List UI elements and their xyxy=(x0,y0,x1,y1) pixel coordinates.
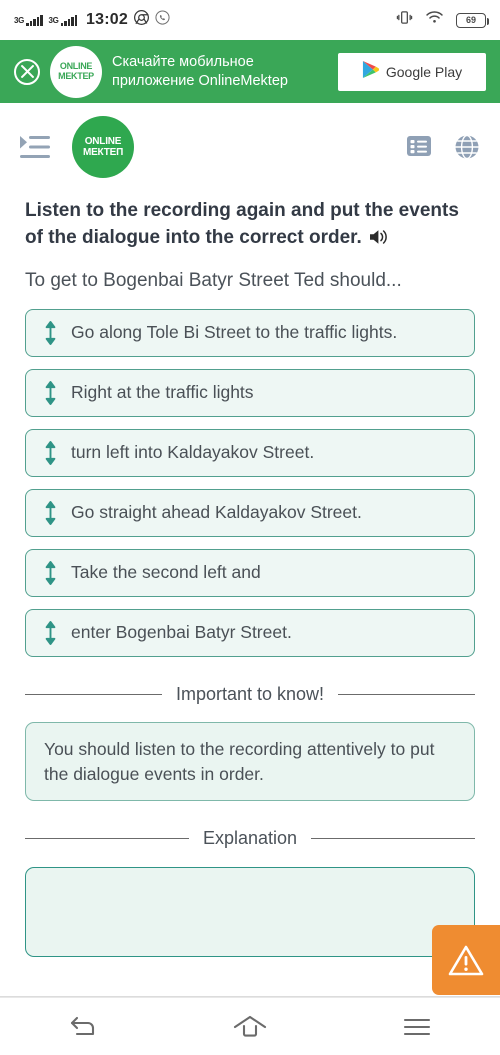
close-icon[interactable] xyxy=(14,58,40,85)
list-item-label: Go straight ahead Kaldayakov Street. xyxy=(71,501,362,522)
google-play-button[interactable]: Google Play xyxy=(338,52,486,91)
page-title: Listen to the recording again and put th… xyxy=(25,198,475,255)
order-items-list: Go along Tole Bi Street to the traffic l… xyxy=(25,308,475,657)
signal-icon-sim2: 3G xyxy=(48,14,77,26)
phone-screen: 3G 3G 13:02 69 ONLINE MEKTEP Скачайте мо… xyxy=(0,0,500,1055)
menu-indent-icon[interactable] xyxy=(20,135,50,159)
warning-triangle-icon[interactable] xyxy=(432,925,500,995)
explanation-card xyxy=(25,867,475,958)
important-section-divider: Important to know! xyxy=(25,683,476,706)
app-logo-line2: МЕКТЕП xyxy=(82,146,124,158)
list-item-label: Right at the traffic lights xyxy=(71,381,254,402)
list-item-label: Take the second left and xyxy=(71,561,261,582)
list-item[interactable]: turn left into Kaldayakov Street. xyxy=(25,428,475,477)
status-bar: 3G 3G 13:02 69 xyxy=(0,0,500,40)
speaker-audio-icon[interactable] xyxy=(369,228,389,255)
network-type-label-1: 3G xyxy=(14,15,25,25)
app-header: ONLINE МЕКТЕП xyxy=(0,103,500,190)
battery-indicator: 69 xyxy=(456,12,489,28)
drag-vertical-icon[interactable] xyxy=(44,440,57,465)
drag-vertical-icon[interactable] xyxy=(44,320,57,345)
status-bar-clock: 13:02 xyxy=(86,11,128,28)
app-brand-logo[interactable]: ONLINE МЕКТЕП xyxy=(72,115,134,178)
status-bar-left: 3G 3G 13:02 xyxy=(14,10,170,30)
menu-lines-icon[interactable] xyxy=(333,1016,500,1038)
app-promo-banner: ONLINE MEKTEP Скачайте мобильное приложе… xyxy=(0,40,500,103)
list-item-label: turn left into Kaldayakov Street. xyxy=(71,441,315,462)
drag-vertical-icon[interactable] xyxy=(44,620,57,645)
promo-brand-logo: ONLINE MEKTEP xyxy=(50,45,102,98)
question-title-text: Listen to the recording again and put th… xyxy=(25,200,459,248)
drag-vertical-icon[interactable] xyxy=(44,560,57,585)
list-item-label: Go along Tole Bi Street to the traffic l… xyxy=(71,321,398,342)
important-info-text: You should listen to the recording atten… xyxy=(44,738,435,784)
list-view-icon[interactable] xyxy=(406,134,432,160)
divider-line-left xyxy=(25,693,162,695)
promo-logo-line2: MEKTEP xyxy=(58,70,94,81)
list-item-label: enter Bogenbai Batyr Street. xyxy=(71,621,292,642)
signal-icon-sim1: 3G xyxy=(14,14,43,26)
list-item[interactable]: enter Bogenbai Batyr Street. xyxy=(25,608,475,657)
drag-vertical-icon[interactable] xyxy=(44,500,57,525)
important-info-card: You should listen to the recording atten… xyxy=(25,721,475,802)
explanation-section-title: Explanation xyxy=(202,828,298,849)
network-type-label-2: 3G xyxy=(48,15,59,25)
wifi-icon xyxy=(425,10,444,30)
promo-text: Скачайте мобильное приложение OnlineMekt… xyxy=(112,53,328,91)
whatsapp-icon xyxy=(155,10,170,30)
system-navigation-bar xyxy=(0,997,500,1055)
lesson-content: Listen to the recording again and put th… xyxy=(0,198,500,958)
divider-line-right xyxy=(338,693,476,695)
google-play-label: Google Play xyxy=(385,63,463,80)
globe-language-icon[interactable] xyxy=(454,134,480,160)
divider-line-left xyxy=(25,838,189,840)
promo-text-line2: приложение OnlineMektep xyxy=(112,72,288,89)
list-item[interactable]: Take the second left and xyxy=(25,548,475,597)
list-item[interactable]: Go straight ahead Kaldayakov Street. xyxy=(25,488,475,537)
question-prompt: To get to Bogenbai Batyr Street Ted shou… xyxy=(25,269,402,291)
battery-percent-label: 69 xyxy=(465,15,476,25)
google-play-icon xyxy=(362,60,379,84)
back-arrow-icon[interactable] xyxy=(0,1014,167,1040)
chrome-icon xyxy=(133,10,149,30)
explanation-section-divider: Explanation xyxy=(25,827,476,850)
divider-line-right xyxy=(311,838,476,840)
drag-vertical-icon[interactable] xyxy=(44,380,57,405)
vibrate-icon xyxy=(396,9,413,31)
list-item[interactable]: Go along Tole Bi Street to the traffic l… xyxy=(25,308,475,357)
status-bar-right: 69 xyxy=(396,9,489,31)
home-icon[interactable] xyxy=(167,1014,334,1040)
list-item[interactable]: Right at the traffic lights xyxy=(25,368,475,417)
important-section-title: Important to know! xyxy=(175,683,325,704)
promo-text-line1: Скачайте мобильное xyxy=(112,53,254,70)
app-logo-line1: ONLINE xyxy=(84,135,122,147)
